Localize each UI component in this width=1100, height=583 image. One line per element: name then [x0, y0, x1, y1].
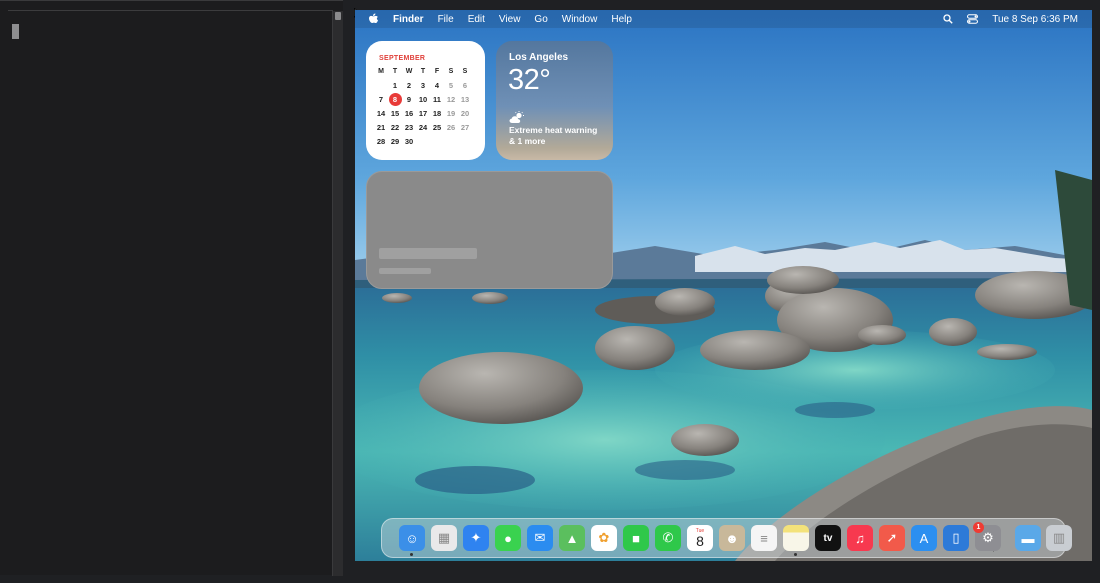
calendar-day: 21	[376, 123, 386, 132]
dock-calendar-day: 8	[696, 532, 704, 549]
calendar-day	[430, 135, 444, 149]
calendar-day: 27	[460, 123, 470, 132]
sun-behind-cloud-icon	[509, 111, 524, 123]
terminal-pane[interactable]	[0, 0, 343, 576]
safari-icon[interactable]: ✦	[463, 525, 489, 551]
running-indicator	[410, 553, 413, 556]
placeholder-line	[379, 248, 477, 259]
menu-go[interactable]: Go	[534, 14, 547, 25]
facetime-icon[interactable]: ■	[623, 525, 649, 551]
apple-tv-icon[interactable]: tv	[815, 525, 841, 551]
calendar-day: 26	[446, 123, 456, 132]
terminal-cursor	[12, 24, 19, 39]
calendar-day: 17	[418, 109, 428, 118]
mac-desktop: Finder File Edit View Go Window Help Tue…	[355, 10, 1092, 561]
menubar-clock[interactable]: Tue 8 Sep 6:36 PM	[992, 14, 1078, 25]
calendar-day	[416, 135, 430, 149]
trash-icon[interactable]: ▥	[1046, 525, 1072, 551]
screen: Finder File Edit View Go Window Help Tue…	[0, 0, 1100, 583]
terminal-divider	[8, 10, 333, 11]
calendar-day: 2	[406, 81, 412, 90]
calendar-day: 5	[448, 81, 454, 90]
folder-icon[interactable]: ▬	[1015, 525, 1041, 551]
calendar-day: 15	[390, 109, 400, 118]
finder-icon[interactable]: ☺	[399, 525, 425, 551]
calendar-day: 9	[406, 95, 412, 104]
calendar-day: 7	[378, 95, 384, 104]
loading-widget[interactable]	[366, 171, 613, 289]
calendar-weekday: S	[462, 68, 468, 75]
calendar-day: 3	[420, 81, 426, 90]
running-indicator	[794, 553, 797, 556]
calendar-weekday: F	[434, 68, 440, 75]
app-store-icon[interactable]: A	[911, 525, 937, 551]
dock: ☺ ▦ ✦ ● ✉ ▲ ✿ ■ ✆ Tue 8 ☻ ≡ tv ♫ ➚ A ▯ ⚙ 1 ▬ ▥	[381, 518, 1072, 558]
reminders-icon[interactable]: ≡	[751, 525, 777, 551]
weather-widget[interactable]: Los Angeles 32° Extreme heat warning & 1…	[496, 41, 613, 160]
rocket-icon[interactable]: ➚	[879, 525, 905, 551]
scrollbar-thumb[interactable]	[335, 12, 341, 20]
weather-temperature: 32°	[508, 64, 551, 96]
terminal-scrollbar[interactable]	[332, 11, 343, 576]
calendar-day: 4	[434, 81, 440, 90]
calendar-day: 22	[390, 123, 400, 132]
calendar-month: SEPTEMBER	[379, 55, 426, 62]
contacts-icon[interactable]: ☻	[719, 525, 745, 551]
calendar-today: 8	[388, 93, 402, 107]
calendar-widget[interactable]: SEPTEMBER M T W T F S S 1 2 3 4 5 6 7 8 9 10 11 12 13 14 15 16…	[366, 41, 485, 160]
spotlight-search-icon[interactable]	[943, 14, 953, 24]
notes-icon[interactable]	[783, 525, 809, 551]
calendar-weekday: S	[448, 68, 454, 75]
menu-view[interactable]: View	[499, 14, 521, 25]
mail-icon[interactable]: ✉	[527, 525, 553, 551]
calendar-day	[458, 135, 472, 149]
calendar-day: 10	[418, 95, 428, 104]
calendar-day: 20	[460, 109, 470, 118]
calendar-day: 14	[376, 109, 386, 118]
launchpad-icon[interactable]: ▦	[431, 525, 457, 551]
calendar-day: 11	[433, 95, 441, 104]
menu-file[interactable]: File	[438, 14, 454, 25]
weather-city: Los Angeles	[509, 52, 569, 63]
calendar-day	[374, 79, 388, 93]
calendar-day: 30	[404, 137, 414, 146]
music-icon[interactable]: ♫	[847, 525, 873, 551]
maps-icon[interactable]: ▲	[559, 525, 585, 551]
calendar-day: 29	[390, 137, 400, 146]
calendar-weekday: W	[405, 68, 413, 75]
calendar-day: 6	[462, 81, 468, 90]
calendar-day: 23	[404, 123, 414, 132]
menu-window[interactable]: Window	[562, 14, 598, 25]
calendar-weekday: M	[378, 68, 384, 75]
menu-bar: Finder File Edit View Go Window Help Tue…	[355, 10, 1092, 28]
calendar-day: 13	[460, 95, 470, 104]
calendar-day: 18	[432, 109, 442, 118]
calendar-day: 28	[376, 137, 386, 146]
menu-help[interactable]: Help	[611, 14, 632, 25]
apple-logo-icon[interactable]	[368, 13, 379, 25]
dock-tv-label: tv	[823, 532, 833, 544]
calendar-day: 24	[418, 123, 428, 132]
phone-icon[interactable]: ✆	[655, 525, 681, 551]
calendar-day: 19	[446, 109, 456, 118]
calendar-icon[interactable]: Tue 8	[687, 525, 713, 551]
calendar-day: 25	[432, 123, 442, 132]
calendar-day: 1	[392, 81, 398, 90]
weather-alert: Extreme heat warning & 1 more	[509, 125, 598, 146]
menu-finder[interactable]: Finder	[393, 14, 424, 25]
calendar-weekday: T	[420, 68, 426, 75]
messages-icon[interactable]: ●	[495, 525, 521, 551]
notification-badge: 1	[973, 522, 984, 533]
calendar-grid: M T W T F S S 1 2 3 4 5 6 7 8 9 10 11 12 13 14 15 16 17 18 19 20 21…	[374, 65, 472, 149]
menu-edit[interactable]: Edit	[468, 14, 485, 25]
calendar-weekday: T	[392, 68, 398, 75]
control-center-icon[interactable]	[967, 14, 979, 24]
calendar-day: 16	[404, 109, 414, 118]
simulator-icon[interactable]: ▯	[943, 525, 969, 551]
calendar-day	[444, 135, 458, 149]
placeholder-line	[379, 268, 431, 274]
photos-icon[interactable]: ✿	[591, 525, 617, 551]
calendar-day: 12	[446, 95, 456, 104]
